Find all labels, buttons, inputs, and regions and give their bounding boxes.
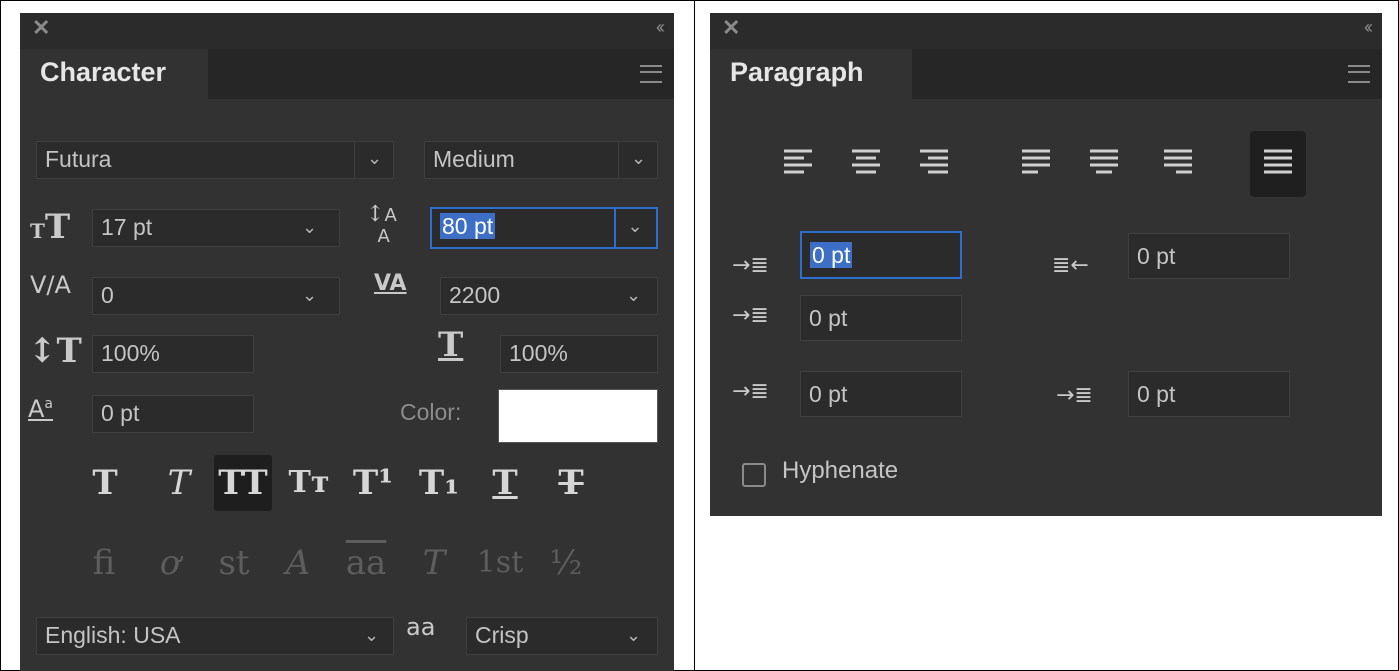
color-label: Color:: [400, 399, 462, 425]
justify-last-center-icon: [1090, 149, 1118, 174]
font-family-field[interactable]: Futura: [36, 141, 394, 179]
align-right-button[interactable]: [906, 131, 962, 197]
paragraph-panel: ✕ ‹‹ Paragraph →≣ 0 pt ≣← 0 pt →≣ 0 pt →…: [710, 13, 1382, 516]
horizontal-scale-field[interactable]: 100%: [500, 335, 658, 373]
leading-icon: ↕A A: [366, 202, 397, 247]
chevron-down-icon[interactable]: ⌄: [302, 217, 317, 238]
close-icon[interactable]: ✕: [32, 15, 50, 41]
ordinals-button[interactable]: 1st: [470, 533, 530, 593]
hyphenate-label: Hyphenate: [782, 457, 899, 484]
chevron-down-icon[interactable]: ⌄: [364, 625, 379, 646]
indent-right-field[interactable]: 0 pt: [1128, 233, 1290, 279]
justify-last-right-button[interactable]: [1150, 131, 1206, 197]
panel-menu-icon[interactable]: [640, 65, 662, 83]
chevron-down-icon[interactable]: ⌄: [618, 141, 658, 179]
justify-last-center-button[interactable]: [1076, 131, 1132, 197]
align-left-icon: [784, 149, 812, 174]
titling-alternates-button[interactable]: T: [404, 533, 464, 593]
indent-left-icon: →≣: [732, 253, 769, 278]
align-left-button[interactable]: [770, 131, 826, 197]
kerning-icon: V/A: [30, 271, 71, 299]
underline-button[interactable]: T: [476, 455, 534, 511]
chevron-down-icon[interactable]: ⌄: [354, 141, 394, 179]
align-right-icon: [920, 149, 948, 174]
font-size-icon: TT: [30, 207, 71, 247]
panel-menu-icon[interactable]: [1348, 65, 1370, 83]
vertical-scale-field[interactable]: 100%: [92, 335, 254, 373]
space-before-field[interactable]: 0 pt: [800, 371, 962, 417]
stylistic-alternates-button[interactable]: aa: [336, 533, 396, 593]
subscript-button[interactable]: T₁: [410, 455, 468, 511]
horizontal-scale-icon: T: [438, 325, 464, 365]
hyphenate-checkbox[interactable]: [742, 463, 766, 487]
justify-last-right-icon: [1164, 149, 1192, 174]
baseline-shift-field[interactable]: 0 pt: [92, 395, 254, 433]
justify-last-left-icon: [1022, 149, 1050, 174]
color-swatch[interactable]: [498, 389, 658, 443]
vertical-scale-icon: ↕T: [28, 331, 82, 371]
language-field[interactable]: English: USA: [36, 617, 394, 655]
align-center-icon: [852, 149, 880, 174]
panel-titlebar: [20, 13, 674, 49]
all-caps-button[interactable]: TT: [214, 455, 272, 511]
space-after-icon: →≣: [1056, 383, 1093, 408]
old-style-button[interactable]: ơ: [140, 533, 200, 593]
ligatures-button[interactable]: fi: [74, 533, 134, 593]
faux-bold-button[interactable]: T: [76, 455, 134, 511]
superscript-button[interactable]: T¹: [344, 455, 402, 511]
collapse-icon[interactable]: ‹‹: [1364, 17, 1373, 38]
panel-titlebar: [710, 13, 1382, 49]
antialias-icon: aa: [406, 613, 436, 641]
space-before-icon: →≣: [732, 379, 769, 404]
chevron-down-icon[interactable]: ⌄: [626, 285, 641, 306]
indent-first-line-field[interactable]: 0 pt: [800, 295, 962, 341]
indent-right-icon: ≣←: [1052, 253, 1089, 278]
justify-all-button[interactable]: [1250, 131, 1306, 197]
chevron-down-icon[interactable]: ⌄: [614, 209, 654, 247]
chevron-down-icon[interactable]: ⌄: [626, 625, 641, 646]
align-center-button[interactable]: [838, 131, 894, 197]
baseline-shift-icon: Aa: [28, 395, 54, 423]
close-icon[interactable]: ✕: [722, 15, 740, 41]
fractions-button[interactable]: ½: [536, 533, 596, 593]
panel-divider: [694, 0, 695, 671]
tab-paragraph[interactable]: Paragraph: [710, 49, 912, 101]
discretionary-ligatures-button[interactable]: st: [204, 533, 264, 593]
small-caps-button[interactable]: Tт: [280, 455, 338, 511]
indent-first-line-icon: →≣: [732, 303, 769, 328]
tab-character[interactable]: Character: [20, 49, 208, 101]
chevron-down-icon[interactable]: ⌄: [302, 285, 317, 306]
justify-last-left-button[interactable]: [1008, 131, 1064, 197]
strikethrough-button[interactable]: T: [542, 455, 600, 511]
swash-button[interactable]: A: [268, 533, 328, 593]
faux-italic-button[interactable]: T: [150, 455, 208, 511]
indent-left-field[interactable]: 0 pt: [800, 231, 962, 279]
tracking-icon: VA: [374, 271, 407, 296]
character-panel: ✕ ‹‹ Character Futura ⌄ Medium ⌄ TT 17 p…: [20, 13, 674, 671]
space-after-field[interactable]: 0 pt: [1128, 371, 1290, 417]
justify-all-icon: [1264, 149, 1292, 174]
collapse-icon[interactable]: ‹‹: [656, 17, 665, 38]
